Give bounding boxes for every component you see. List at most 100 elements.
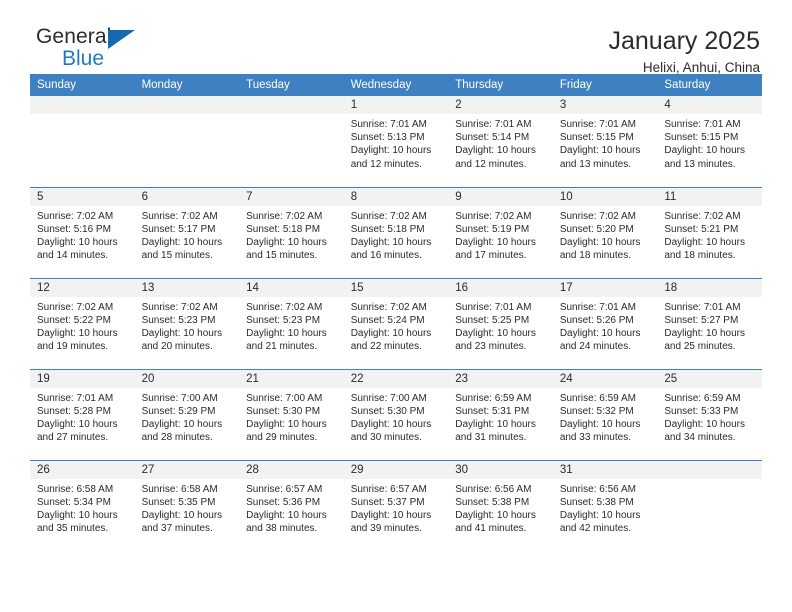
daylight-text: Daylight: 10 hours and 28 minutes.: [141, 418, 223, 444]
day-number: 11: [657, 187, 762, 206]
calendar-day-cell[interactable]: 22 Sunrise: 7:00 AM Sunset: 5:30 PM Dayligh…: [343, 368, 449, 460]
day-number: [134, 96, 240, 114]
calendar-day-cell[interactable]: 8 Sunrise: 7:02 AM Sunset: 5:18 PM Daylight…: [343, 186, 449, 278]
day-details: Sunrise: 7:02 AM Sunset: 5:18 PM Daylight:…: [344, 206, 449, 263]
calendar-day-cell[interactable]: 26 Sunrise: 6:58 AM Sunset: 5:34 PM Dayligh…: [30, 459, 135, 551]
calendar-day-cell-empty: [657, 459, 762, 551]
calendar-day-cell[interactable]: 13 Sunrise: 7:02 AM Sunset: 5:23 PM Dayligh…: [134, 277, 240, 369]
day-number: 25: [657, 369, 762, 388]
sunset-text: Sunset: 5:19 PM: [455, 223, 530, 235]
daylight-text: Daylight: 10 hours and 25 minutes.: [664, 327, 745, 353]
day-number: 2: [448, 96, 553, 114]
sunset-text: Sunset: 5:15 PM: [664, 132, 739, 144]
sunrise-text: Sunrise: 7:00 AM: [350, 392, 427, 404]
calendar-page: General Blue January 2025 Helixi, Anhui,…: [0, 0, 792, 612]
sunrise-text: Sunrise: 7:01 AM: [350, 119, 427, 130]
daylight-text: Daylight: 10 hours and 39 minutes.: [350, 509, 432, 535]
page-subtitle: Helixi, Anhui, China: [642, 60, 760, 75]
day-number: 3: [552, 96, 658, 114]
calendar-day-cell[interactable]: 20 Sunrise: 7:00 AM Sunset: 5:29 PM Dayligh…: [134, 368, 240, 460]
calendar-day-cell[interactable]: 9 Sunrise: 7:02 AM Sunset: 5:19 PM Daylight…: [448, 186, 553, 278]
calendar-day-cell[interactable]: 27 Sunrise: 6:58 AM Sunset: 5:35 PM Dayligh…: [134, 459, 240, 551]
calendar-day-cell[interactable]: 21 Sunrise: 7:00 AM Sunset: 5:30 PM Dayligh…: [239, 368, 344, 460]
calendar-day-cell[interactable]: 23 Sunrise: 6:59 AM Sunset: 5:31 PM Dayligh…: [448, 368, 553, 460]
day-details: Sunrise: 6:59 AM Sunset: 5:32 PM Daylight:…: [553, 388, 658, 445]
day-details: Sunrise: 6:56 AM Sunset: 5:38 PM Daylight:…: [553, 479, 658, 536]
calendar-day-cell[interactable]: 24 Sunrise: 6:59 AM Sunset: 5:32 PM Dayligh…: [552, 368, 658, 460]
sunset-text: Sunset: 5:35 PM: [141, 496, 216, 508]
day-number: 8: [343, 187, 449, 206]
calendar-day-cell[interactable]: 17 Sunrise: 7:01 AM Sunset: 5:26 PM Dayligh…: [552, 277, 658, 369]
day-number: 18: [657, 278, 762, 297]
day-details: Sunrise: 7:01 AM Sunset: 5:28 PM Daylight:…: [30, 388, 135, 445]
daylight-text: Daylight: 10 hours and 31 minutes.: [455, 418, 536, 444]
sunset-text: Sunset: 5:13 PM: [350, 132, 425, 144]
calendar-day-cell[interactable]: 1 Sunrise: 7:01 AM Sunset: 5:13 PM Daylight…: [343, 96, 449, 187]
calendar-day-cell[interactable]: 29 Sunrise: 6:57 AM Sunset: 5:37 PM Dayligh…: [343, 459, 449, 551]
day-details: Sunrise: 6:59 AM Sunset: 5:33 PM Daylight:…: [657, 388, 762, 445]
daylight-text: Daylight: 10 hours and 12 minutes.: [350, 145, 432, 170]
calendar-day-cell[interactable]: 7 Sunrise: 7:02 AM Sunset: 5:18 PM Daylight…: [239, 186, 344, 278]
daylight-text: Daylight: 10 hours and 24 minutes.: [559, 327, 641, 353]
day-details: Sunrise: 6:59 AM Sunset: 5:31 PM Daylight:…: [448, 388, 553, 445]
daylight-text: Daylight: 10 hours and 23 minutes.: [455, 327, 536, 353]
calendar-day-cell[interactable]: 12 Sunrise: 7:02 AM Sunset: 5:22 PM Dayligh…: [30, 277, 135, 369]
sunrise-text: Sunrise: 7:01 AM: [37, 392, 114, 404]
sunrise-text: Sunrise: 6:56 AM: [559, 483, 636, 495]
calendar-day-cell[interactable]: 31 Sunrise: 6:56 AM Sunset: 5:38 PM Dayligh…: [552, 459, 658, 551]
calendar-day-cell[interactable]: 11 Sunrise: 7:02 AM Sunset: 5:21 PM Dayligh…: [657, 186, 762, 278]
calendar-day-cell[interactable]: 6 Sunrise: 7:02 AM Sunset: 5:17 PM Daylight…: [134, 186, 240, 278]
day-details: Sunrise: 7:02 AM Sunset: 5:21 PM Daylight:…: [657, 206, 762, 263]
sunrise-text: Sunrise: 7:01 AM: [664, 119, 741, 130]
logo-text-general: General: [36, 25, 112, 48]
day-number: [657, 460, 762, 479]
sunset-text: Sunset: 5:36 PM: [246, 496, 321, 508]
sunrise-text: Sunrise: 6:57 AM: [350, 483, 427, 495]
calendar-day-cell[interactable]: 4 Sunrise: 7:01 AM Sunset: 5:15 PM Daylight…: [657, 96, 762, 187]
calendar-day-cell[interactable]: 28 Sunrise: 6:57 AM Sunset: 5:36 PM Dayligh…: [239, 459, 344, 551]
calendar-day-cell[interactable]: 19 Sunrise: 7:01 AM Sunset: 5:28 PM Dayligh…: [30, 368, 135, 460]
daylight-text: Daylight: 10 hours and 29 minutes.: [246, 418, 327, 444]
day-details: Sunrise: 7:00 AM Sunset: 5:29 PM Daylight:…: [135, 388, 240, 445]
calendar-day-cell[interactable]: 10 Sunrise: 7:02 AM Sunset: 5:20 PM Dayligh…: [552, 186, 658, 278]
day-details: Sunrise: 6:58 AM Sunset: 5:35 PM Daylight:…: [135, 479, 240, 536]
daylight-text: Daylight: 10 hours and 15 minutes.: [141, 236, 223, 262]
calendar-day-cell[interactable]: 14 Sunrise: 7:02 AM Sunset: 5:23 PM Dayligh…: [239, 277, 344, 369]
sunrise-text: Sunrise: 7:01 AM: [559, 301, 636, 313]
calendar-day-cell[interactable]: 5 Sunrise: 7:02 AM Sunset: 5:16 PM Daylight…: [30, 186, 135, 278]
daylight-text: Daylight: 10 hours and 14 minutes.: [37, 236, 118, 262]
day-details: Sunrise: 7:01 AM Sunset: 5:25 PM Daylight:…: [448, 297, 553, 354]
daylight-text: Daylight: 10 hours and 42 minutes.: [559, 509, 641, 535]
day-details: Sunrise: 7:02 AM Sunset: 5:23 PM Daylight:…: [239, 297, 344, 354]
day-number: 10: [552, 187, 658, 206]
generalblue-logo[interactable]: General Blue: [30, 26, 166, 74]
sunset-text: Sunset: 5:33 PM: [664, 405, 739, 417]
sunrise-text: Sunrise: 7:01 AM: [455, 301, 532, 313]
calendar-day-cell[interactable]: 2 Sunrise: 7:01 AM Sunset: 5:14 PM Daylight…: [448, 96, 553, 187]
calendar-day-cell[interactable]: 30 Sunrise: 6:56 AM Sunset: 5:38 PM Dayligh…: [448, 459, 553, 551]
day-details: Sunrise: 7:01 AM Sunset: 5:13 PM Daylight:…: [344, 114, 449, 171]
daylight-text: Daylight: 10 hours and 13 minutes.: [559, 145, 641, 170]
day-details: Sunrise: 6:57 AM Sunset: 5:37 PM Daylight:…: [344, 479, 449, 536]
daylight-text: Daylight: 10 hours and 33 minutes.: [559, 418, 641, 444]
sunrise-text: Sunrise: 6:56 AM: [455, 483, 532, 495]
calendar-day-cell[interactable]: 25 Sunrise: 6:59 AM Sunset: 5:33 PM Dayligh…: [657, 368, 762, 460]
day-details: Sunrise: 7:01 AM Sunset: 5:15 PM Daylight:…: [657, 114, 762, 171]
day-number: 19: [30, 369, 135, 388]
day-details: Sunrise: 7:02 AM Sunset: 5:17 PM Daylight:…: [135, 206, 240, 263]
sunrise-text: Sunrise: 7:02 AM: [455, 210, 532, 222]
calendar-day-cell[interactable]: 3 Sunrise: 7:01 AM Sunset: 5:15 PM Daylight…: [552, 96, 658, 187]
calendar-day-cell[interactable]: 18 Sunrise: 7:01 AM Sunset: 5:27 PM Dayligh…: [657, 277, 762, 369]
daylight-text: Daylight: 10 hours and 12 minutes.: [455, 145, 536, 170]
day-details: Sunrise: 7:02 AM Sunset: 5:19 PM Daylight:…: [448, 206, 553, 263]
sunset-text: Sunset: 5:24 PM: [350, 314, 425, 326]
daylight-text: Daylight: 10 hours and 18 minutes.: [664, 236, 745, 262]
sunrise-text: Sunrise: 6:59 AM: [559, 392, 636, 404]
day-number: [239, 96, 344, 114]
day-number: 27: [134, 460, 240, 479]
calendar-day-cell[interactable]: 15 Sunrise: 7:02 AM Sunset: 5:24 PM Dayligh…: [343, 277, 449, 369]
logo-text-blue: Blue: [62, 47, 105, 70]
calendar-day-cell[interactable]: 16 Sunrise: 7:01 AM Sunset: 5:25 PM Dayligh…: [448, 277, 553, 369]
calendar-week-row: 19 Sunrise: 7:01 AM Sunset: 5:28 PM Dayligh…: [30, 368, 762, 460]
daylight-text: Daylight: 10 hours and 27 minutes.: [37, 418, 118, 444]
